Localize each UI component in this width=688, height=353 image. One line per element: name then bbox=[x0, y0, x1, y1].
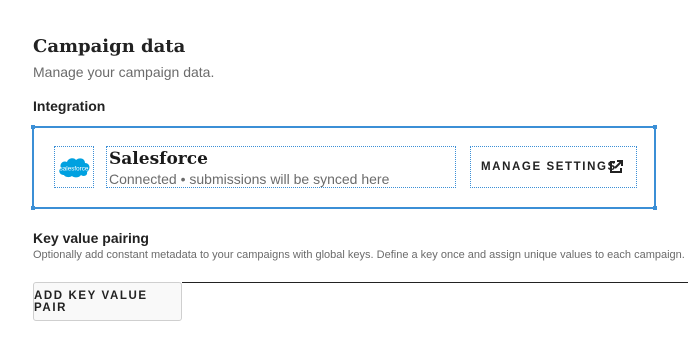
external-link-icon bbox=[610, 160, 623, 173]
manage-settings-label: MANAGE SETTINGS bbox=[481, 161, 617, 173]
page-subtitle: Manage your campaign data. bbox=[33, 64, 215, 80]
card-corner-handle bbox=[31, 125, 35, 129]
card-corner-handle bbox=[653, 206, 657, 210]
add-key-value-pair-button[interactable]: ADD KEY VALUE PAIR bbox=[33, 282, 182, 321]
integration-info: Salesforce Connected • submissions will … bbox=[106, 146, 456, 188]
integration-card: salesforce Salesforce Connected • submis… bbox=[31, 125, 657, 210]
integration-status: Connected • submissions will be synced h… bbox=[109, 171, 390, 187]
page-title: Campaign data bbox=[33, 36, 186, 57]
integration-name: Salesforce bbox=[109, 149, 208, 169]
card-corner-handle bbox=[653, 125, 657, 129]
divider bbox=[182, 282, 688, 283]
salesforce-logo-text: salesforce bbox=[60, 166, 89, 173]
salesforce-cloud-icon: salesforce bbox=[59, 158, 90, 178]
key-value-description: Optionally add constant metadata to your… bbox=[33, 249, 685, 261]
manage-settings-button[interactable]: MANAGE SETTINGS bbox=[470, 146, 637, 188]
salesforce-logo: salesforce bbox=[54, 146, 94, 188]
key-value-heading: Key value pairing bbox=[33, 230, 149, 246]
integration-heading: Integration bbox=[33, 98, 106, 114]
add-key-value-pair-label: ADD KEY VALUE PAIR bbox=[34, 289, 148, 314]
card-corner-handle bbox=[31, 206, 35, 210]
